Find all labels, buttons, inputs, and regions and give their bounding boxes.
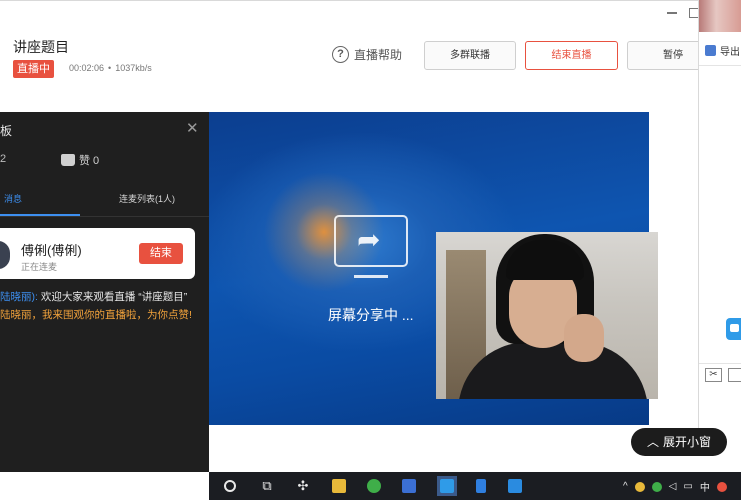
tab-mic-list[interactable]: 连麦列表(1人) [119,192,175,205]
ime-indicator[interactable]: 中 [700,479,710,494]
chevron-up-icon: ︿ [647,435,660,449]
notification-icon[interactable] [716,481,727,492]
export-label: 导出 [720,47,740,58]
chat-message: 陆晓丽): 欢迎大家来观看直播 “讲座题目” [0,289,187,304]
message-text: 欢迎大家来观看直播 “讲座题目” [40,291,188,303]
header-bar: 讲座题目 直播中 00:02:06 • 1037kb/s ? 直播帮助 多群联播 结… [0,0,719,112]
export-menu-item[interactable]: 导出 [705,43,740,58]
end-live-button[interactable]: 结束直播 [525,41,618,70]
search-icon[interactable] [224,480,236,492]
divider [0,216,209,217]
person-hand [564,314,604,362]
network-icon[interactable]: ▭ [683,481,692,492]
mic-user-name: 傅俐(傅俐) [21,243,82,258]
sharing-status-text: 屏幕分享中 ... [328,307,414,323]
question-icon: ? [332,46,349,63]
panel-title: 板 [0,124,13,138]
divider [699,363,741,364]
help-label: 直播帮助 [354,48,403,62]
pinwheel-app-icon[interactable]: ✣ [293,476,313,496]
like-count: 赞 0 [61,152,99,168]
expand-mini-window-button[interactable]: ︿ 展开小窗 [631,428,727,456]
share-arrow-icon: ➦ [357,224,381,255]
export-icon [705,45,716,56]
end-mic-button[interactable]: 结束 [139,243,183,264]
windows-taskbar: ⧉ ✣ ^ ◁ ▭ 中 [209,472,741,500]
folder-icon[interactable] [728,368,741,382]
separator-dot: • [108,63,112,73]
tab-messages[interactable]: 消息 [4,192,22,205]
page-title: 讲座题目 [13,39,69,55]
live-duration: 00:02:06 [69,63,105,73]
live-app-icon[interactable] [437,476,457,496]
multi-group-button[interactable]: 多群联播 [424,41,516,70]
volume-icon[interactable]: ◁ [669,481,677,492]
window-thumbnail [699,0,741,32]
tray-app-icon[interactable] [634,481,645,492]
camera-preview[interactable] [436,232,658,399]
toolbar: ✂ [705,368,741,382]
minimize-icon[interactable] [667,12,677,14]
live-stream-window: 讲座题目 直播中 00:02:06 • 1037kb/s ? 直播帮助 多群联播 结… [0,0,741,500]
thumbs-up-icon [61,154,75,166]
chat-message: 陆晓丽，我来围观你的直播啦，为你点赞! [0,309,192,321]
task-view-icon[interactable]: ⧉ [257,476,277,496]
message-user: 陆晓丽): [0,291,38,303]
system-tray: ^ ◁ ▭ 中 [623,479,727,494]
interaction-panel: 板 ✕ 2 赞 0 消息 连麦列表(1人) 傅俐(傅俐) 正在连麦 结束 陆晓丽… [0,112,209,472]
like-label: 赞 0 [79,155,100,167]
calendar-app-icon[interactable] [505,476,525,496]
chat-bubble-icon[interactable] [726,318,741,340]
file-explorer-icon[interactable] [329,476,349,496]
person-body [458,342,648,399]
right-side-panel: 导出 ✂ [698,0,741,440]
tray-app-icon[interactable] [651,481,662,492]
live-bitrate: 1037kb/s [115,63,152,73]
avatar [0,241,10,269]
expand-label: 展开小窗 [663,435,712,449]
screen-share-icon: ➦ [334,215,408,278]
live-stats: 00:02:06 • 1037kb/s [69,63,152,73]
viewer-count: 2 [0,153,7,165]
tray-chevron-icon[interactable]: ^ [623,481,628,492]
help-link[interactable]: ? 直播帮助 [332,46,402,63]
divider [699,65,741,66]
mic-user-card: 傅俐(傅俐) 正在连麦 结束 [0,228,195,279]
browser-icon[interactable] [364,476,384,496]
wps-icon[interactable] [399,476,419,496]
close-icon[interactable]: ✕ [186,119,199,137]
live-status-badge: 直播中 [13,60,54,78]
phone-app-icon[interactable] [471,476,491,496]
mic-user-status: 正在连麦 [21,262,58,272]
scissors-icon[interactable]: ✂ [705,368,722,382]
